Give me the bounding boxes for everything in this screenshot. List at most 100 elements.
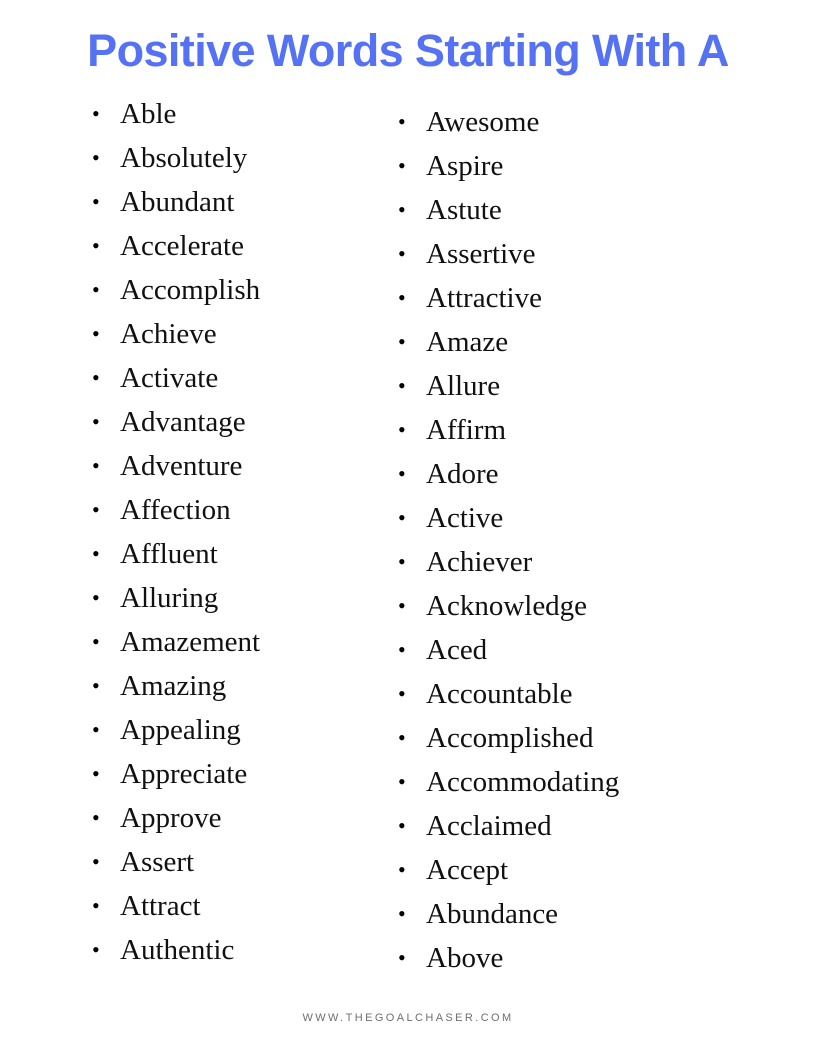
word-label: Alluring xyxy=(120,581,219,614)
bullet-icon: • xyxy=(398,724,406,750)
bullet-icon: • xyxy=(92,452,100,478)
word-label: Activate xyxy=(120,361,219,394)
bullet-icon: • xyxy=(92,584,100,610)
word-label: Accomplish xyxy=(120,273,261,306)
list-item: • Above xyxy=(398,936,780,980)
bullet-icon: • xyxy=(398,680,406,706)
list-item: • Astute xyxy=(398,188,780,232)
list-item: • Acknowledge xyxy=(398,584,780,628)
word-label: Affluent xyxy=(120,537,218,570)
word-label: Authentic xyxy=(120,933,235,966)
footer: WWW.THEGOALCHASER.COM xyxy=(0,1008,816,1026)
bullet-icon: • xyxy=(92,144,100,170)
bullet-icon: • xyxy=(398,152,406,178)
word-label: Affirm xyxy=(426,413,507,446)
word-label: Accelerate xyxy=(120,229,244,262)
word-label: Assert xyxy=(120,845,195,878)
word-label: Advantage xyxy=(120,405,246,438)
list-item: • Affluent xyxy=(92,532,380,576)
left-column: • Able • Absolutely • Abundant • Accelerate • Acc… xyxy=(0,92,380,1056)
list-item: • Alluring xyxy=(92,576,380,620)
bullet-icon: • xyxy=(92,232,100,258)
word-label: Amazement xyxy=(120,625,261,658)
bullet-icon: • xyxy=(92,408,100,434)
list-item: • Aspire xyxy=(398,144,780,188)
word-label: Awesome xyxy=(426,105,540,138)
bullet-icon: • xyxy=(92,760,100,786)
list-item: • Abundant xyxy=(92,180,380,224)
word-label: Approve xyxy=(120,801,222,834)
bullet-icon: • xyxy=(398,284,406,310)
bullet-icon: • xyxy=(92,100,100,126)
list-item: • Activate xyxy=(92,356,380,400)
bullet-icon: • xyxy=(398,900,406,926)
word-label: Appreciate xyxy=(120,757,248,790)
bullet-icon: • xyxy=(398,196,406,222)
list-item: • Accelerate xyxy=(92,224,380,268)
word-label: Abundant xyxy=(120,185,235,218)
word-label: Abundance xyxy=(426,897,559,930)
word-label: Assertive xyxy=(426,237,536,270)
bullet-icon: • xyxy=(92,716,100,742)
word-label: Acclaimed xyxy=(426,809,552,842)
word-label: Amaze xyxy=(426,325,509,358)
list-item: • Adore xyxy=(398,452,780,496)
list-item: • Assert xyxy=(92,840,380,884)
list-item: • Abundance xyxy=(398,892,780,936)
list-item: • Attractive xyxy=(398,276,780,320)
bullet-icon: • xyxy=(398,108,406,134)
bullet-icon: • xyxy=(398,240,406,266)
bullet-icon: • xyxy=(398,944,406,970)
bullet-icon: • xyxy=(398,548,406,574)
printable-word-list-page: Positive Words Starting With A • Able • Abs… xyxy=(0,0,816,1056)
list-item: • Acclaimed xyxy=(398,804,780,848)
word-list-right: • Awesome • Aspire • Astute • Assertive • Attract… xyxy=(398,100,780,980)
word-label: Attractive xyxy=(426,281,542,314)
page-title: Positive Words Starting With A xyxy=(87,25,729,76)
list-item: • Accommodating xyxy=(398,760,780,804)
bullet-icon: • xyxy=(92,276,100,302)
bullet-icon: • xyxy=(398,328,406,354)
bullet-icon: • xyxy=(92,628,100,654)
list-item: • Approve xyxy=(92,796,380,840)
list-item: • Amazing xyxy=(92,664,380,708)
list-item: • Authentic xyxy=(92,928,380,972)
word-label: Astute xyxy=(426,193,502,226)
word-label: Active xyxy=(426,501,504,534)
list-item: • Accomplished xyxy=(398,716,780,760)
list-item: • Accomplish xyxy=(92,268,380,312)
list-item: • Achieve xyxy=(92,312,380,356)
word-label: Adventure xyxy=(120,449,243,482)
list-item: • Aced xyxy=(398,628,780,672)
bullet-icon: • xyxy=(92,892,100,918)
bullet-icon: • xyxy=(92,188,100,214)
list-item: • Appealing xyxy=(92,708,380,752)
word-columns: • Able • Absolutely • Abundant • Accelerate • Acc… xyxy=(0,76,816,1056)
bullet-icon: • xyxy=(92,672,100,698)
list-item: • Absolutely xyxy=(92,136,380,180)
word-label: Accommodating xyxy=(426,765,620,798)
list-item: • Advantage xyxy=(92,400,380,444)
word-label: Aspire xyxy=(426,149,504,182)
website-url: WWW.THEGOALCHASER.COM xyxy=(302,1012,514,1024)
bullet-icon: • xyxy=(398,504,406,530)
bullet-icon: • xyxy=(92,540,100,566)
list-item: • Allure xyxy=(398,364,780,408)
word-label: Aced xyxy=(426,633,488,666)
bullet-icon: • xyxy=(92,804,100,830)
bullet-icon: • xyxy=(92,320,100,346)
word-label: Affection xyxy=(120,493,231,526)
list-item: • Achiever xyxy=(398,540,780,584)
bullet-icon: • xyxy=(398,416,406,442)
right-column: • Awesome • Aspire • Astute • Assertive • Attract… xyxy=(380,100,780,1056)
list-item: • Affection xyxy=(92,488,380,532)
list-item: • Affirm xyxy=(398,408,780,452)
bullet-icon: • xyxy=(398,592,406,618)
word-label: Accomplished xyxy=(426,721,594,754)
bullet-icon: • xyxy=(398,812,406,838)
list-item: • Amazement xyxy=(92,620,380,664)
word-label: Appealing xyxy=(120,713,241,746)
word-label: Above xyxy=(426,941,504,974)
bullet-icon: • xyxy=(398,372,406,398)
word-label: Absolutely xyxy=(120,141,248,174)
